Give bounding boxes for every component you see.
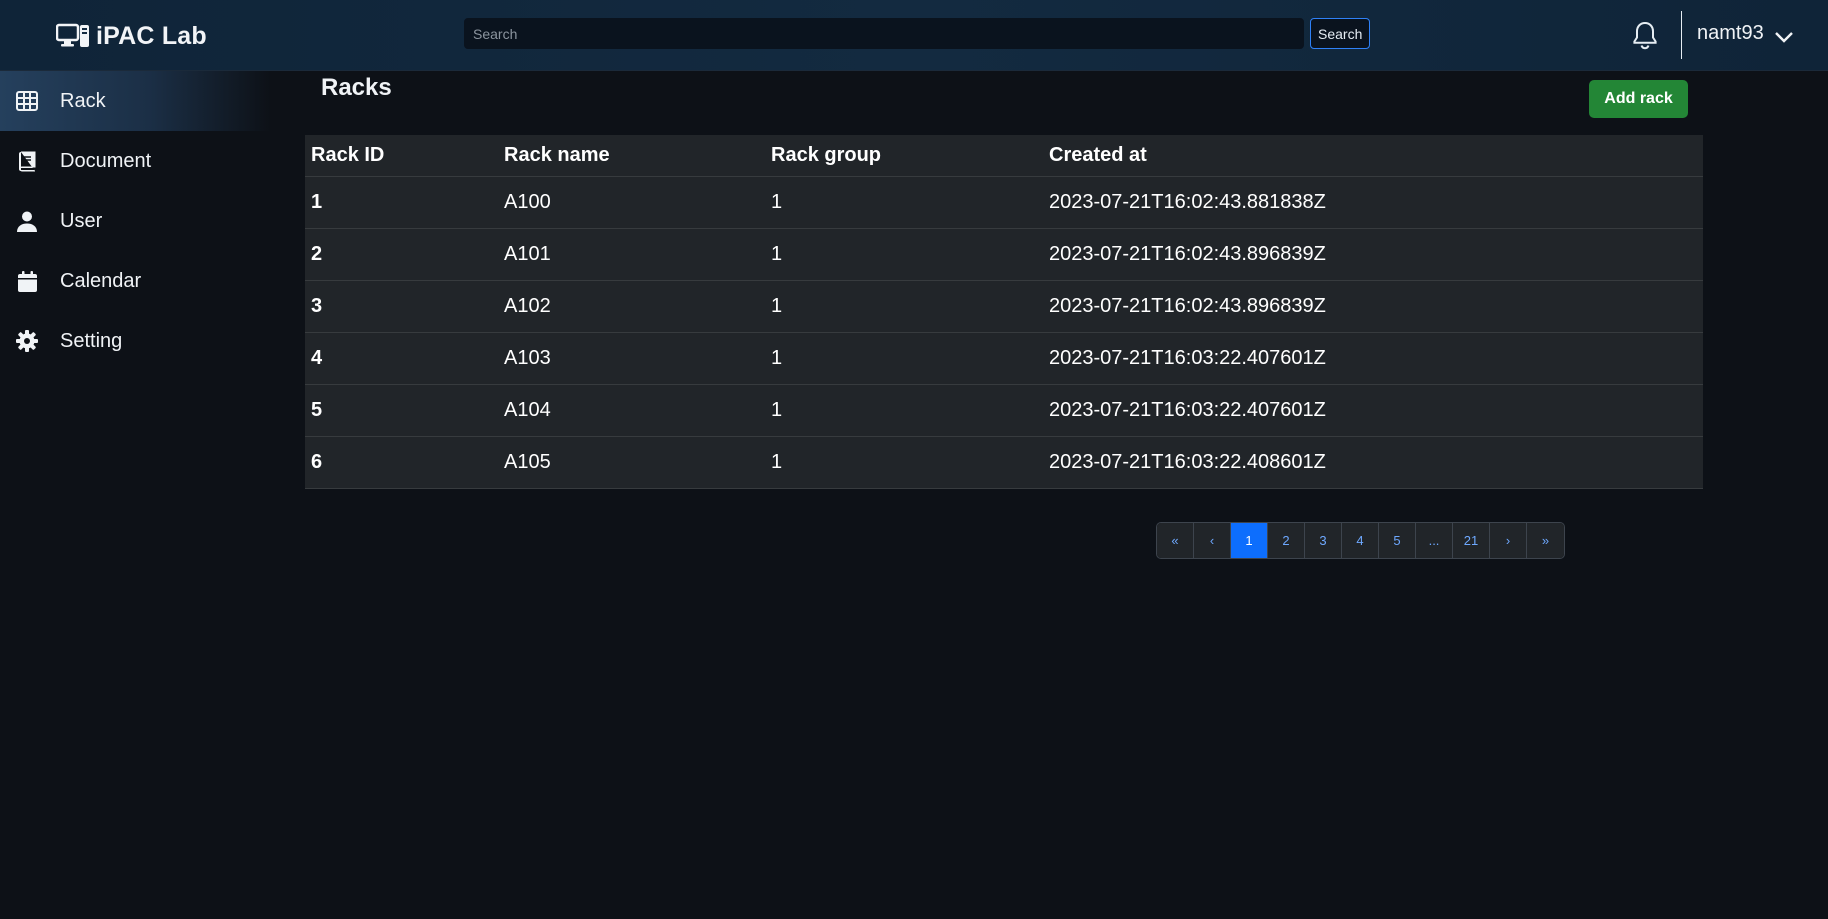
sidebar-item-calendar[interactable]: Calendar [0,251,270,311]
sidebar-item-setting[interactable]: Setting [0,311,270,371]
cell-rack-group: 1 [765,280,1043,333]
cell-rack-name: A101 [498,228,765,281]
top-header: iPAC Lab Search namt93 [0,0,1828,71]
cell-rack-id: 4 [305,332,498,385]
sidebar-item-rack[interactable]: Rack [0,71,270,131]
add-rack-button[interactable]: Add rack [1589,80,1688,118]
page-4-button[interactable]: 4 [1342,523,1379,558]
search-bar: Search [464,18,1371,49]
brand[interactable]: iPAC Lab [55,20,207,52]
page-next-button[interactable]: › [1490,523,1527,558]
pagination: « ‹ 1 2 3 4 5 ... 21 › » [1156,522,1565,559]
cell-created-at: 2023-07-21T16:03:22.407601Z [1043,332,1703,385]
page-title: Racks [321,74,392,101]
column-header-rack-name[interactable]: Rack name [498,135,765,177]
cell-rack-group: 1 [765,384,1043,437]
user-icon [16,210,38,232]
page-first-button[interactable]: « [1157,523,1194,558]
cell-created-at: 2023-07-21T16:02:43.881838Z [1043,176,1703,229]
table-row[interactable]: 5 A104 1 2023-07-21T16:03:22.407601Z [305,384,1703,437]
cell-created-at: 2023-07-21T16:02:43.896839Z [1043,280,1703,333]
cell-created-at: 2023-07-21T16:03:22.407601Z [1043,384,1703,437]
cell-rack-id: 5 [305,384,498,437]
column-header-rack-id[interactable]: Rack ID [305,135,498,177]
sidebar-item-user[interactable]: User [0,191,270,251]
sidebar-item-label: Rack [60,89,106,112]
search-button[interactable]: Search [1310,18,1371,49]
page-1-button[interactable]: 1 [1231,523,1268,558]
cell-created-at: 2023-07-21T16:03:22.408601Z [1043,436,1703,489]
cell-rack-group: 1 [765,436,1043,489]
page-3-button[interactable]: 3 [1305,523,1342,558]
cell-rack-id: 6 [305,436,498,489]
table-grid-icon [16,90,38,112]
cell-rack-name: A105 [498,436,765,489]
computer-icon [55,23,90,49]
sidebar-item-label: Setting [60,329,123,352]
cell-created-at: 2023-07-21T16:02:43.896839Z [1043,228,1703,281]
table-row[interactable]: 6 A105 1 2023-07-21T16:03:22.408601Z [305,436,1703,489]
cell-rack-id: 3 [305,280,498,333]
username: namt93 [1697,22,1764,44]
bell-icon[interactable] [1631,20,1659,50]
table-row[interactable]: 3 A102 1 2023-07-21T16:02:43.896839Z [305,280,1703,333]
book-icon [16,150,38,172]
user-menu[interactable]: namt93 [1697,22,1794,45]
sidebar-item-label: User [60,209,103,232]
sidebar-item-label: Document [60,149,152,172]
cell-rack-name: A104 [498,384,765,437]
table-header-row: Rack ID Rack name Rack group Created at [305,135,1703,177]
column-header-created-at[interactable]: Created at [1043,135,1703,177]
racks-table: Rack ID Rack name Rack group Created at … [305,135,1703,489]
cell-rack-group: 1 [765,176,1043,229]
column-header-rack-group[interactable]: Rack group [765,135,1043,177]
page-prev-button[interactable]: ‹ [1194,523,1231,558]
page-5-button[interactable]: 5 [1379,523,1416,558]
page-ellipsis[interactable]: ... [1416,523,1453,558]
page-2-button[interactable]: 2 [1268,523,1305,558]
calendar-icon [16,270,38,292]
table-row[interactable]: 4 A103 1 2023-07-21T16:03:22.407601Z [305,332,1703,385]
cell-rack-id: 2 [305,228,498,281]
page-last-button[interactable]: » [1527,523,1564,558]
sidebar: Rack Document User Calendar Setting [0,71,270,371]
cell-rack-group: 1 [765,228,1043,281]
cell-rack-name: A100 [498,176,765,229]
cell-rack-name: A103 [498,332,765,385]
sidebar-item-document[interactable]: Document [0,131,270,191]
search-input[interactable] [464,18,1304,49]
brand-name: iPAC Lab [96,21,207,50]
cell-rack-name: A102 [498,280,765,333]
page-21-button[interactable]: 21 [1453,523,1490,558]
sidebar-item-label: Calendar [60,269,142,292]
chevron-down-icon [1774,27,1794,43]
table-row[interactable]: 1 A100 1 2023-07-21T16:02:43.881838Z [305,176,1703,229]
header-divider [1681,11,1682,59]
table-row[interactable]: 2 A101 1 2023-07-21T16:02:43.896839Z [305,228,1703,281]
cell-rack-group: 1 [765,332,1043,385]
cell-rack-id: 1 [305,176,498,229]
gear-icon [16,330,38,352]
